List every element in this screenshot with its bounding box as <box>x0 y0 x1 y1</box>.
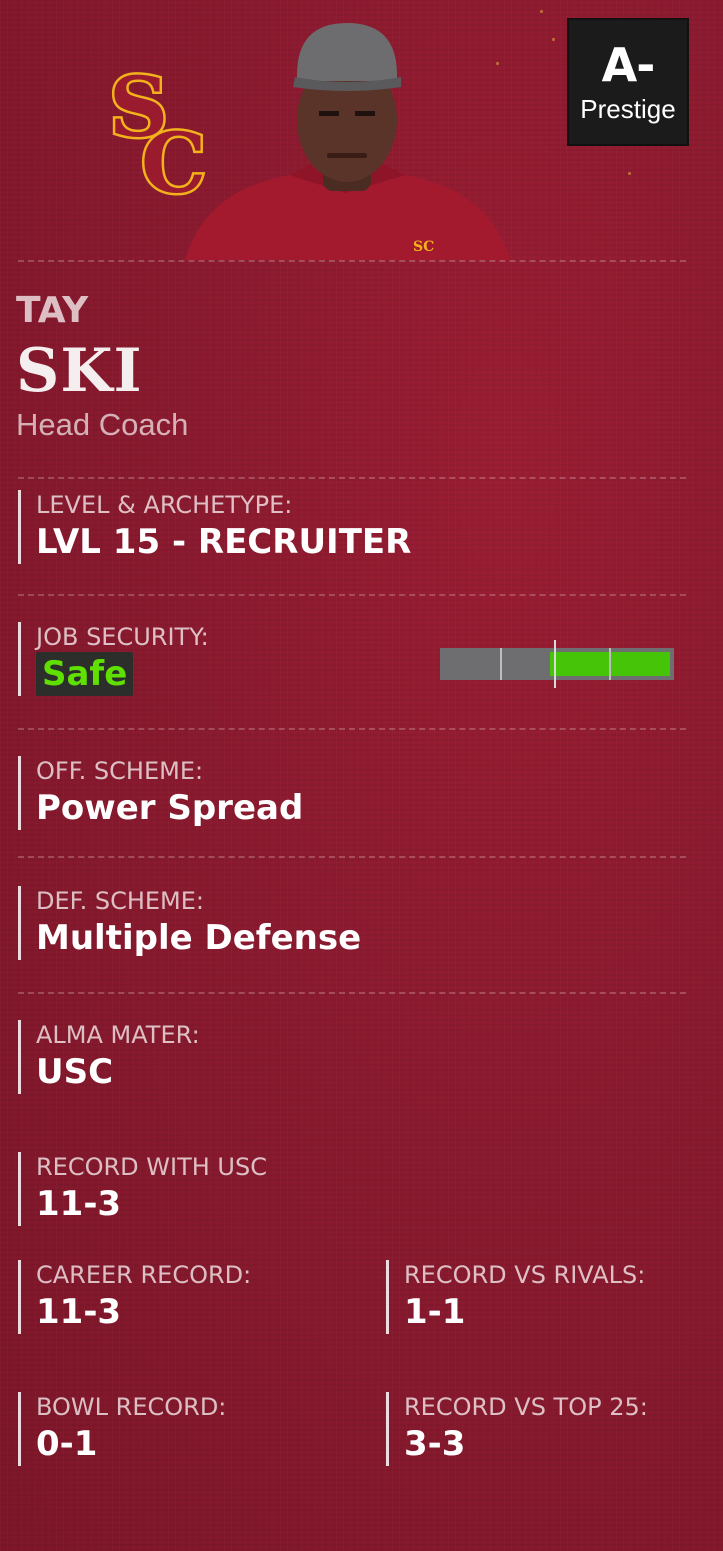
field-value: Multiple Defense <box>36 918 362 958</box>
divider <box>18 594 686 596</box>
field-label: LEVEL & ARCHETYPE: <box>36 491 293 519</box>
alma-mater-field: ALMA MATER: USC <box>18 1020 200 1094</box>
def-scheme-field: DEF. SCHEME: Multiple Defense <box>18 886 361 960</box>
coach-last-name: SKI <box>16 336 143 406</box>
svg-text:SC: SC <box>413 239 434 255</box>
field-label: BOWL RECORD: <box>36 1393 227 1421</box>
divider <box>18 856 686 858</box>
prestige-grade: A- <box>601 38 656 92</box>
field-value: 0-1 <box>36 1424 98 1464</box>
field-label: ALMA MATER: <box>36 1021 200 1049</box>
prestige-label: Prestige <box>580 94 676 124</box>
decor-speck <box>552 38 555 41</box>
career-record-field: CAREER RECORD: 11-3 <box>18 1260 251 1334</box>
meter-tick <box>554 640 556 688</box>
field-value: 1-1 <box>404 1292 466 1332</box>
divider <box>18 477 686 479</box>
off-scheme-field: OFF. SCHEME: Power Spread <box>18 756 303 830</box>
job-security-status-badge: Safe <box>36 652 134 696</box>
divider <box>18 728 686 730</box>
coach-role: Head Coach <box>16 407 189 442</box>
coach-first-name: TAY <box>16 290 89 331</box>
field-label: DEF. SCHEME: <box>36 887 205 915</box>
field-value: 3-3 <box>404 1424 466 1464</box>
job-security-field: JOB SECURITY: Safe <box>18 622 209 696</box>
field-label: CAREER RECORD: <box>36 1261 252 1289</box>
coach-portrait: SC <box>185 23 510 260</box>
field-label: JOB SECURITY: <box>36 623 209 651</box>
field-label: RECORD VS RIVALS: <box>404 1261 646 1289</box>
field-value: Power Spread <box>36 788 304 828</box>
meter-tick <box>609 648 611 680</box>
meter-tick <box>500 648 502 680</box>
divider <box>18 992 686 994</box>
field-value: 11-3 <box>36 1292 122 1332</box>
prestige-badge: A- Prestige <box>567 18 689 146</box>
record-vs-rivals-field: RECORD VS RIVALS: 1-1 <box>386 1260 645 1334</box>
decor-speck <box>628 172 631 175</box>
field-value: USC <box>36 1052 114 1092</box>
level-archetype-field: LEVEL & ARCHETYPE: LVL 15 - RECRUITER <box>18 490 411 564</box>
divider <box>18 260 686 262</box>
field-value: LVL 15 - RECRUITER <box>36 522 412 562</box>
field-value: 11-3 <box>36 1184 122 1224</box>
job-security-meter <box>440 640 674 688</box>
decor-speck <box>540 10 543 13</box>
field-label: RECORD WITH USC <box>36 1153 267 1181</box>
record-with-team-field: RECORD WITH USC 11-3 <box>18 1152 267 1226</box>
field-label: OFF. SCHEME: <box>36 757 204 785</box>
bowl-record-field: BOWL RECORD: 0-1 <box>18 1392 226 1466</box>
field-label: RECORD VS TOP 25: <box>404 1393 648 1421</box>
record-vs-top25-field: RECORD VS TOP 25: 3-3 <box>386 1392 648 1466</box>
